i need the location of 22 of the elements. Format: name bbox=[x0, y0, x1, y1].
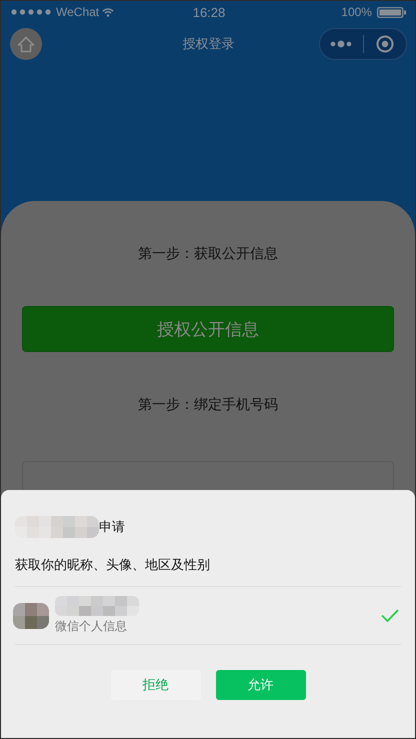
request-text: 申请 bbox=[99, 519, 125, 536]
home-button[interactable] bbox=[10, 28, 42, 60]
page-title: 授权登录 bbox=[182, 36, 234, 53]
step-label: 第一步：获取公开信息 bbox=[137, 245, 279, 263]
carrier-name: WeChat bbox=[56, 5, 100, 19]
account-caption: 微信个人信息 bbox=[55, 618, 128, 635]
step-button[interactable]: 授权公开信息 bbox=[22, 306, 394, 352]
battery-percent: 100% bbox=[341, 5, 372, 19]
battery-icon bbox=[376, 6, 407, 18]
target-icon bbox=[376, 35, 394, 53]
account-option[interactable]: 微信个人信息 bbox=[15, 587, 401, 645]
wifi-icon bbox=[102, 8, 114, 16]
checkmark-icon bbox=[381, 609, 399, 622]
signal-icon bbox=[11, 9, 53, 15]
step-label: 第一步：绑定手机号码 bbox=[137, 396, 279, 414]
status-time: 16:28 bbox=[192, 4, 226, 20]
deny-button[interactable]: 拒绝 bbox=[110, 670, 200, 700]
scope-text: 获取你的昵称、头像、地区及性别 bbox=[15, 542, 401, 587]
pixelated-avatar-drawing bbox=[13, 602, 49, 628]
home-icon bbox=[17, 36, 35, 52]
allow-button[interactable]: 允许 bbox=[216, 670, 306, 700]
more-icon bbox=[330, 40, 352, 48]
